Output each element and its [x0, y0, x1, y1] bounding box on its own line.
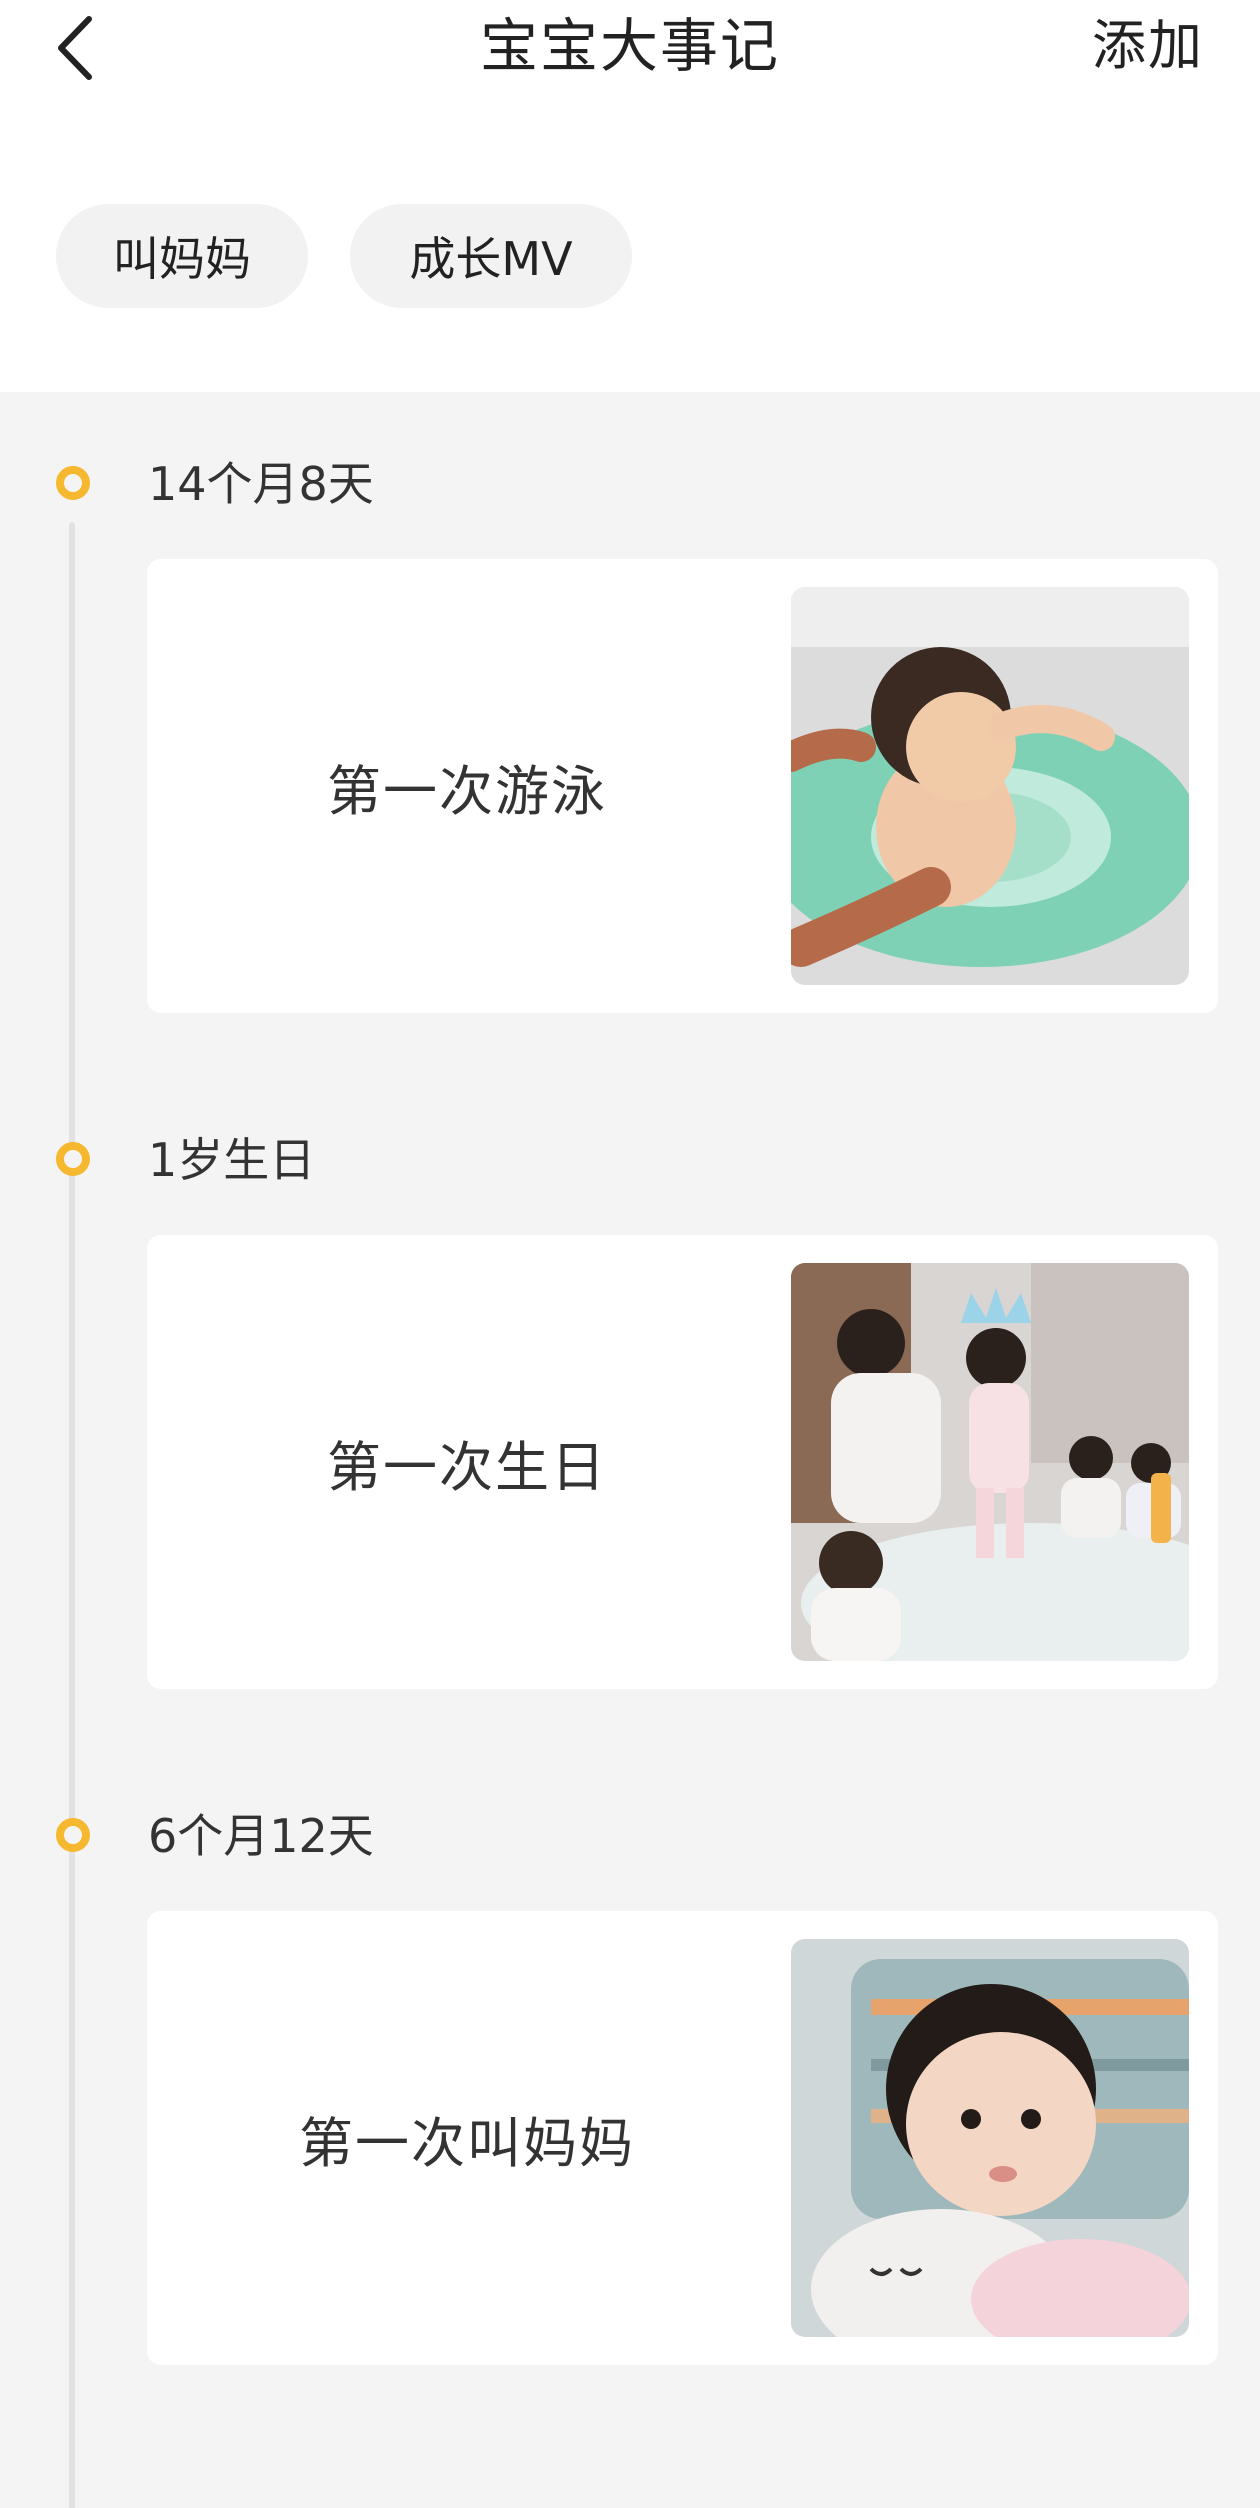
- tag-chip-growth-mv[interactable]: 成长MV: [350, 204, 632, 308]
- baby-swimming-photo: [791, 587, 1189, 985]
- timeline-dot: [56, 466, 90, 500]
- event-card[interactable]: 第一次生日: [147, 1235, 1218, 1689]
- nav-bar: 宝宝大事记 添加: [0, 0, 1260, 100]
- add-button[interactable]: 添加: [1092, 10, 1204, 82]
- event-title: 第一次叫妈妈: [299, 2111, 635, 2175]
- event-age-label: 6个月12天: [148, 1809, 374, 1863]
- event-age-label: 14个月8天: [148, 457, 374, 511]
- event-card[interactable]: 第一次游泳: [147, 559, 1218, 1013]
- event-title: 第一次生日: [327, 1435, 607, 1499]
- timeline-dot: [56, 1142, 90, 1176]
- header: 宝宝大事记 添加 叫妈妈 成长MV: [0, 0, 1260, 392]
- event-age-label: 1岁生日: [148, 1133, 316, 1187]
- event-title: 第一次游泳: [327, 759, 607, 823]
- timeline[interactable]: 14个月8天 第一次游泳 1岁生日 第一次生日 6个月12天 第一次叫妈妈: [0, 392, 1260, 2508]
- birthday-party-photo: [791, 1263, 1189, 1661]
- page-title: 宝宝大事记: [479, 12, 780, 80]
- tag-chip-call-mom[interactable]: 叫妈妈: [56, 204, 308, 308]
- timeline-connector: [69, 1874, 75, 2508]
- tag-chips: 叫妈妈 成长MV: [56, 204, 632, 308]
- timeline-dot: [56, 1818, 90, 1852]
- event-card[interactable]: 第一次叫妈妈: [147, 1911, 1218, 2365]
- baby-portrait-photo: [791, 1939, 1189, 2337]
